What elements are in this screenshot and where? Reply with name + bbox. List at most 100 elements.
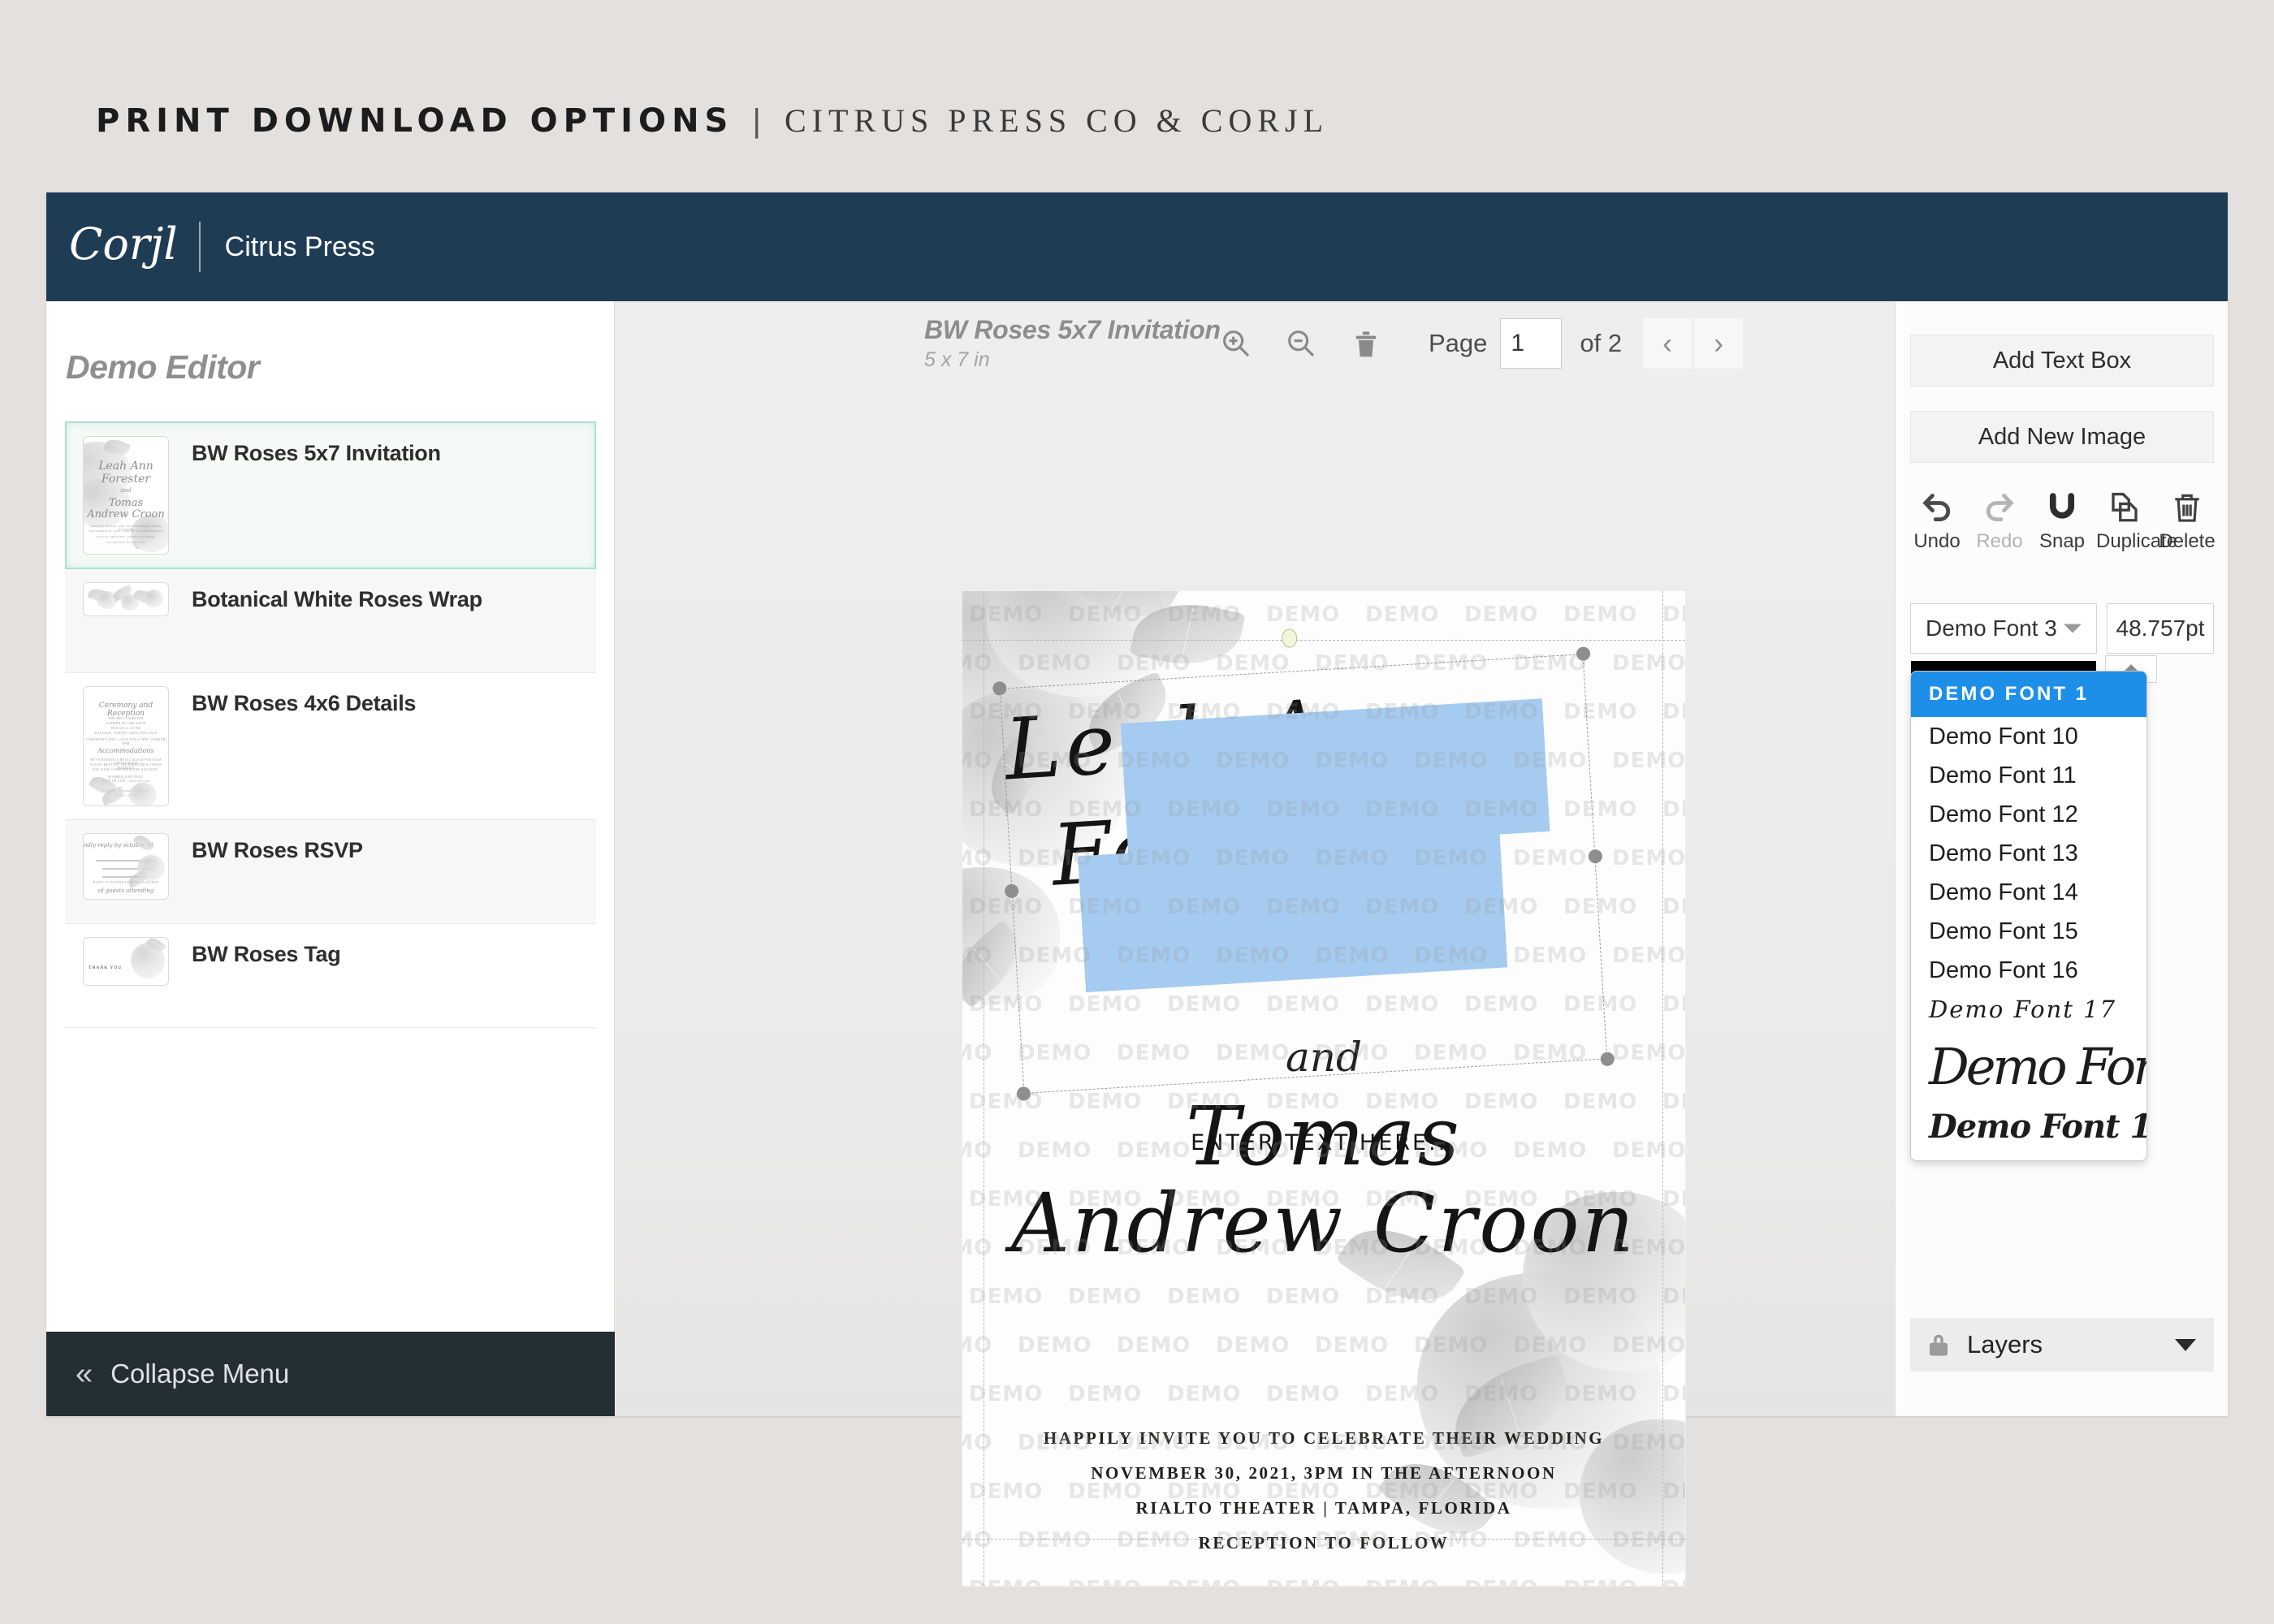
sidebar-item-botanical-white-roses-wrap[interactable]: Botanical White Roses Wrap <box>65 569 596 673</box>
lock-icon <box>1926 1332 1951 1358</box>
canvas-name-line-2[interactable]: Forester <box>1049 782 1450 905</box>
font-option-demo-font-1[interactable]: DEMO FONT 1 <box>1911 672 2146 717</box>
watermark-text: DEMO <box>1414 944 1489 968</box>
redo-button[interactable]: Redo <box>1971 488 2028 553</box>
page-number-input[interactable] <box>1500 318 1563 369</box>
watermark-text: DEMO <box>1464 797 1539 822</box>
font-option-demo-font-11[interactable]: Demo Font 11 <box>1911 756 2146 795</box>
sidebar-item-bw-roses-tag[interactable]: THANK YOU BW Roses Tag <box>65 924 596 1028</box>
font-option-demo-font-19[interactable]: Demo Font 19 <box>1911 1104 2146 1149</box>
left-sidebar: Demo Editor Leah Ann Forester and Tomas <box>46 301 615 1416</box>
sidebar-item-bw-roses-5x7-invitation[interactable]: Leah Ann Forester and Tomas Andrew Croon… <box>65 421 596 569</box>
undo-arrow-icon <box>1909 488 1965 527</box>
font-family-select[interactable]: Demo Font 3 <box>1910 603 2097 654</box>
watermark-text: DEMO <box>969 1285 1044 1309</box>
canvas-body-text[interactable]: HAPPILY INVITE YOU TO CELEBRATE THEIR WE… <box>962 1421 1685 1561</box>
sidebar-item-bw-roses-rsvp[interactable]: kindly reply by october 11 HAPPY TO ATTE… <box>65 820 596 924</box>
document-info: BW Roses 5x7 Invitation 5 x 7 in <box>924 315 1221 372</box>
editor-canvas-area: BW Roses 5x7 Invitation 5 x 7 in Page 1 … <box>616 301 1894 1586</box>
next-page-button[interactable]: › <box>1694 318 1744 369</box>
watermark-text: DEMO <box>1563 992 1638 1017</box>
prev-page-button[interactable]: ‹ <box>1643 318 1693 369</box>
font-option-demo-font-10[interactable]: Demo Font 10 <box>1911 717 2146 756</box>
sidebar-item-label: BW Roses 4x6 Details <box>192 691 417 715</box>
watermark-text: DEMO <box>1266 895 1341 919</box>
add-text-box-button[interactable]: Add Text Box <box>1910 335 2214 387</box>
page-label: Page <box>1429 329 1488 357</box>
watermark-text: DEMO <box>1662 1382 1685 1406</box>
zoom-out-icon[interactable] <box>1278 320 1325 367</box>
watermark-text: DEMO <box>1662 1577 1685 1586</box>
design-canvas-wrapper[interactable]: Leah Ann Forester and Tomas Andrew Croon… <box>962 591 1685 1586</box>
watermark-text: DEMO <box>1068 1285 1143 1309</box>
watermark-text: DEMO <box>1266 1382 1341 1406</box>
watermark-text: DEMO <box>1365 895 1440 919</box>
watermark-text: DEMO <box>1216 651 1290 676</box>
watermark-text: DEMO <box>962 1333 993 1358</box>
watermark-text: DEMO <box>1216 944 1290 968</box>
rotate-handle[interactable] <box>1281 628 1298 649</box>
font-option-demo-font-15[interactable]: Demo Font 15 <box>1911 912 2146 951</box>
font-family-dropdown-menu[interactable]: DEMO FONT 1 Demo Font 10 Demo Font 11 De… <box>1910 671 2147 1161</box>
watermark-text: DEMO <box>1414 651 1489 676</box>
chevron-right-icon: › <box>1714 326 1724 360</box>
redo-arrow-icon <box>1971 488 2028 527</box>
canvas-and-word[interactable]: and <box>962 1034 1685 1081</box>
zoom-in-icon[interactable] <box>1213 320 1260 367</box>
edit-tools-row: Undo Redo Snap Duplicate Delete <box>1909 488 2216 553</box>
design-canvas[interactable]: Leah Ann Forester and Tomas Andrew Croon… <box>962 591 1685 1586</box>
watermark-text: DEMO <box>1365 992 1440 1017</box>
resize-handle-tr[interactable] <box>1576 646 1591 662</box>
delete-label: Delete <box>2159 530 2216 552</box>
watermark-text: DEMO <box>1513 749 1588 773</box>
watermark-text: DEMO <box>1563 797 1638 822</box>
canvas-body-line: NOVEMBER 30, 2021, 3PM IN THE AFTERNOON <box>1091 1463 1557 1484</box>
snap-button[interactable]: Snap <box>2034 488 2090 553</box>
thumbnail-preview: Leah Ann Forester and Tomas Andrew Croon… <box>83 436 169 555</box>
font-option-demo-font-18[interactable]: Demo Font 18 <box>1911 1029 2146 1104</box>
watermark-text: DEMO <box>1068 992 1143 1017</box>
page-navigation: ‹ › <box>1643 318 1744 369</box>
canvas-name-line-4[interactable]: Andrew Croon <box>962 1176 1685 1271</box>
font-option-demo-font-12[interactable]: Demo Font 12 <box>1911 795 2146 834</box>
undo-button[interactable]: Undo <box>1909 488 1965 553</box>
resize-handle-mr[interactable] <box>1588 849 1603 864</box>
watermark-text: DEMO <box>1563 700 1638 724</box>
layers-panel-toggle[interactable]: Layers <box>1910 1318 2214 1371</box>
watermark-text: DEMO <box>1117 1333 1191 1358</box>
sidebar-item-label: Botanical White Roses Wrap <box>192 587 482 611</box>
layers-label: Layers <box>1967 1330 2043 1358</box>
collapse-menu-label: Collapse Menu <box>110 1358 290 1389</box>
document-toolbar: BW Roses 5x7 Invitation 5 x 7 in Page 1 … <box>616 301 1894 386</box>
font-option-demo-font-13[interactable]: Demo Font 13 <box>1911 834 2146 873</box>
font-option-demo-font-16[interactable]: Demo Font 16 <box>1911 951 2146 990</box>
chevron-down-icon <box>2175 1338 2196 1351</box>
font-option-demo-font-14[interactable]: Demo Font 14 <box>1911 873 2146 912</box>
sidebar-item-label: BW Roses Tag <box>192 942 341 966</box>
delete-button[interactable]: Delete <box>2159 488 2216 553</box>
collapse-menu-button[interactable]: « Collapse Menu <box>46 1332 615 1416</box>
watermark-text: DEMO <box>1266 1285 1341 1309</box>
watermark-text: DEMO <box>1018 1333 1092 1358</box>
watermark-text: DEMO <box>1612 651 1685 676</box>
duplicate-button[interactable]: Duplicate <box>2096 488 2177 553</box>
font-size-input[interactable]: 48.757pt <box>2107 603 2214 654</box>
watermark-text: DEMO <box>1464 895 1539 919</box>
watermark-text: DEMO <box>1266 992 1341 1017</box>
double-chevron-left-icon: « <box>76 1357 93 1391</box>
watermark-text: DEMO <box>1464 992 1539 1017</box>
watermark-text: DEMO <box>1167 992 1242 1017</box>
template-thumbnail-list[interactable]: Leah Ann Forester and Tomas Andrew Croon… <box>65 421 596 1251</box>
font-option-demo-font-17[interactable]: Demo Font 17 <box>1911 990 2146 1029</box>
trash-icon[interactable] <box>1342 320 1390 367</box>
watermark-text: DEMO <box>1266 1577 1340 1586</box>
watermark-text: DEMO <box>1662 603 1685 627</box>
sidebar-item-label: BW Roses 5x7 Invitation <box>192 441 441 465</box>
canvas-placeholder-text[interactable]: ENTER TEXT HERE... <box>962 1127 1685 1159</box>
canvas-name-line-1[interactable]: Leah Ann <box>1002 674 1447 800</box>
sidebar-item-bw-roses-4x6-details[interactable]: Ceremony and Reception THE HILT ON RIVER… <box>65 673 596 820</box>
watermark-text: DEMO <box>1167 1577 1241 1586</box>
add-new-image-button[interactable]: Add New Image <box>1910 411 2214 463</box>
watermark-text: DEMO <box>1612 944 1685 968</box>
watermark-text: DEMO <box>1117 944 1191 968</box>
